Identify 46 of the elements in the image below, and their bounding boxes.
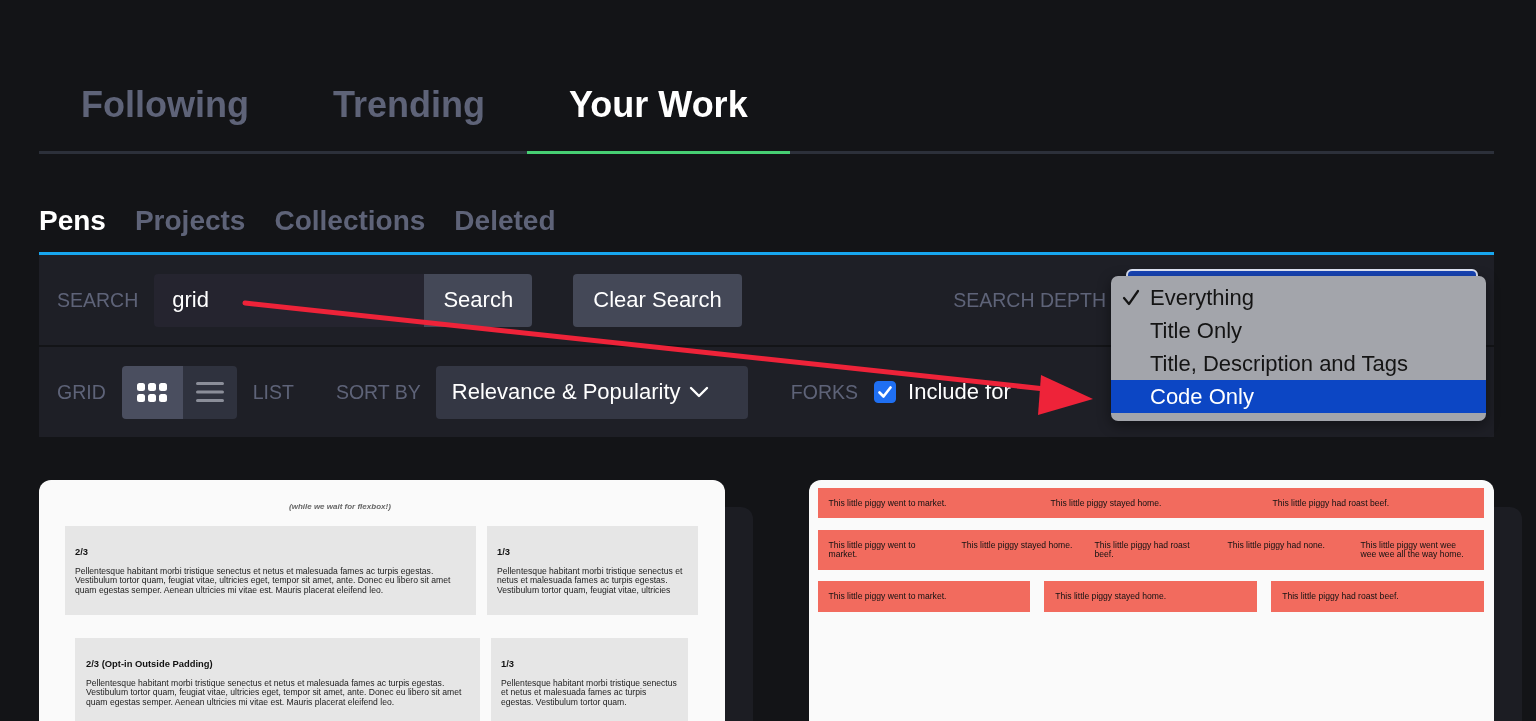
sub-tab[interactable]: Pens — [39, 204, 106, 238]
clear-search-button[interactable]: Clear Search — [573, 273, 742, 327]
strip-text: This little piggy stayed home. — [961, 540, 1074, 551]
column-text: Pellentesque habitant morbi tristique senectus et netus et malesuada fames ac turpis egestas. Vestibulum tortor quam. — [501, 679, 678, 707]
grid-label: GRID — [57, 380, 106, 404]
checkmark-icon — [1122, 289, 1140, 306]
menu-option[interactable]: Everything — [1111, 281, 1486, 314]
forks-label: FORKS — [790, 380, 859, 404]
strip-text: This little piggy had roast beef. — [1272, 498, 1391, 508]
checkmark-icon — [878, 386, 893, 398]
strip-text: This little piggy had none. — [1227, 540, 1326, 551]
pen-preview[interactable] — [39, 480, 725, 721]
menu-option[interactable]: Code Only — [1111, 380, 1486, 413]
strip-block: This little piggy stayed home. — [1044, 580, 1258, 612]
column-heading: 1/3 — [497, 547, 512, 557]
strip-text: This little piggy went wee wee wee all the way home. — [1360, 540, 1465, 560]
column-heading: 1/3 — [501, 659, 516, 669]
sort-by-label: SORT BY — [335, 380, 421, 404]
search-label: SEARCH — [57, 288, 139, 312]
grid-view-button[interactable] — [121, 365, 183, 419]
tab[interactable]: Your Work — [526, 58, 790, 154]
column-text: Pellentesque habitant morbi tristique senectus et netus et malesuada fames ac turpis egestas. Vestibulum tortor quam, feugiat vitae, ultricies eget, tempor sit amet, ante. Donec eu libero sit amet quam egestas semper. Aenean ultricies mi vitae est. Mauris placerat eleifend leo. — [75, 567, 452, 595]
list-view-button[interactable] — [182, 365, 237, 419]
checkbox[interactable] — [874, 381, 897, 403]
strip-block: This little piggy had roast beef. — [1271, 580, 1484, 612]
strip-text: This little piggy went to market. — [828, 540, 917, 560]
pen-preview[interactable] — [808, 480, 1494, 721]
search-field[interactable]: grid — [154, 273, 425, 327]
list-label: LIST — [252, 380, 294, 404]
preview-caption: (while we wait for flexbox!) — [288, 502, 392, 512]
column-heading: 2/3 (Opt-in Outside Padding) — [86, 659, 214, 669]
column-heading: 2/3 — [75, 547, 90, 557]
strip-text: This little piggy went to market. — [828, 498, 948, 508]
strip-text: This little piggy had roast beef. — [1094, 540, 1191, 560]
column-text: Pellentesque habitant morbi tristique senectus et netus et malesuada fames ac turpis egestas. Vestibulum tortor quam, feugiat vitae, ultricies eget, tempor sit amet, ante. Donec eu libero sit amet quam egestas semper. Aenean ultricies mi vitae est. Mauris placerat eleifend leo. — [86, 679, 463, 707]
strip-text: This little piggy stayed home. — [1050, 498, 1163, 508]
list-icon — [195, 382, 224, 402]
search-button[interactable]: Search — [424, 273, 533, 327]
grid-icon — [137, 382, 168, 402]
chevron-down-icon — [688, 386, 709, 398]
strip-block: This little piggy went to market. — [817, 580, 1031, 612]
menu-option[interactable]: Title, Description and Tags — [1111, 347, 1486, 380]
search-depth-label: SEARCH DEPTH — [953, 288, 1106, 312]
column-text: Pellentesque habitant morbi tristique senectus et netus et malesuada fames ac turpis egestas. Vestibulum tortor quam, feugiat vitae, ultricies — [497, 567, 684, 595]
menu-option[interactable]: Title Only — [1111, 314, 1486, 347]
sort-select[interactable]: Relevance & Popularity — [435, 365, 748, 419]
